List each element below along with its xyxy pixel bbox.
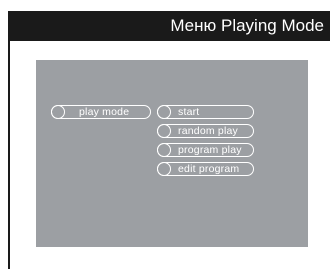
left-divider	[8, 41, 10, 269]
edit-program-option[interactable]: edit program	[157, 162, 254, 176]
header-bar: Меню Playing Mode	[8, 11, 330, 41]
round-bullet-icon	[157, 143, 171, 157]
start-label: start	[178, 106, 200, 118]
page-title: Меню Playing Mode	[170, 16, 324, 35]
program-play-option[interactable]: program play	[157, 143, 254, 157]
edit-program-label: edit program	[178, 163, 240, 175]
play-mode-label: play mode	[79, 106, 130, 118]
round-bullet-icon	[157, 105, 171, 119]
round-bullet-icon	[157, 162, 171, 176]
round-bullet-icon	[51, 105, 65, 119]
menu-screen: play mode start random play program play…	[36, 60, 308, 247]
random-play-label: random play	[178, 125, 238, 137]
program-play-label: program play	[178, 144, 242, 156]
play-mode-button[interactable]: play mode	[51, 105, 151, 119]
start-option[interactable]: start	[157, 105, 254, 119]
round-bullet-icon	[157, 124, 171, 138]
random-play-option[interactable]: random play	[157, 124, 254, 138]
